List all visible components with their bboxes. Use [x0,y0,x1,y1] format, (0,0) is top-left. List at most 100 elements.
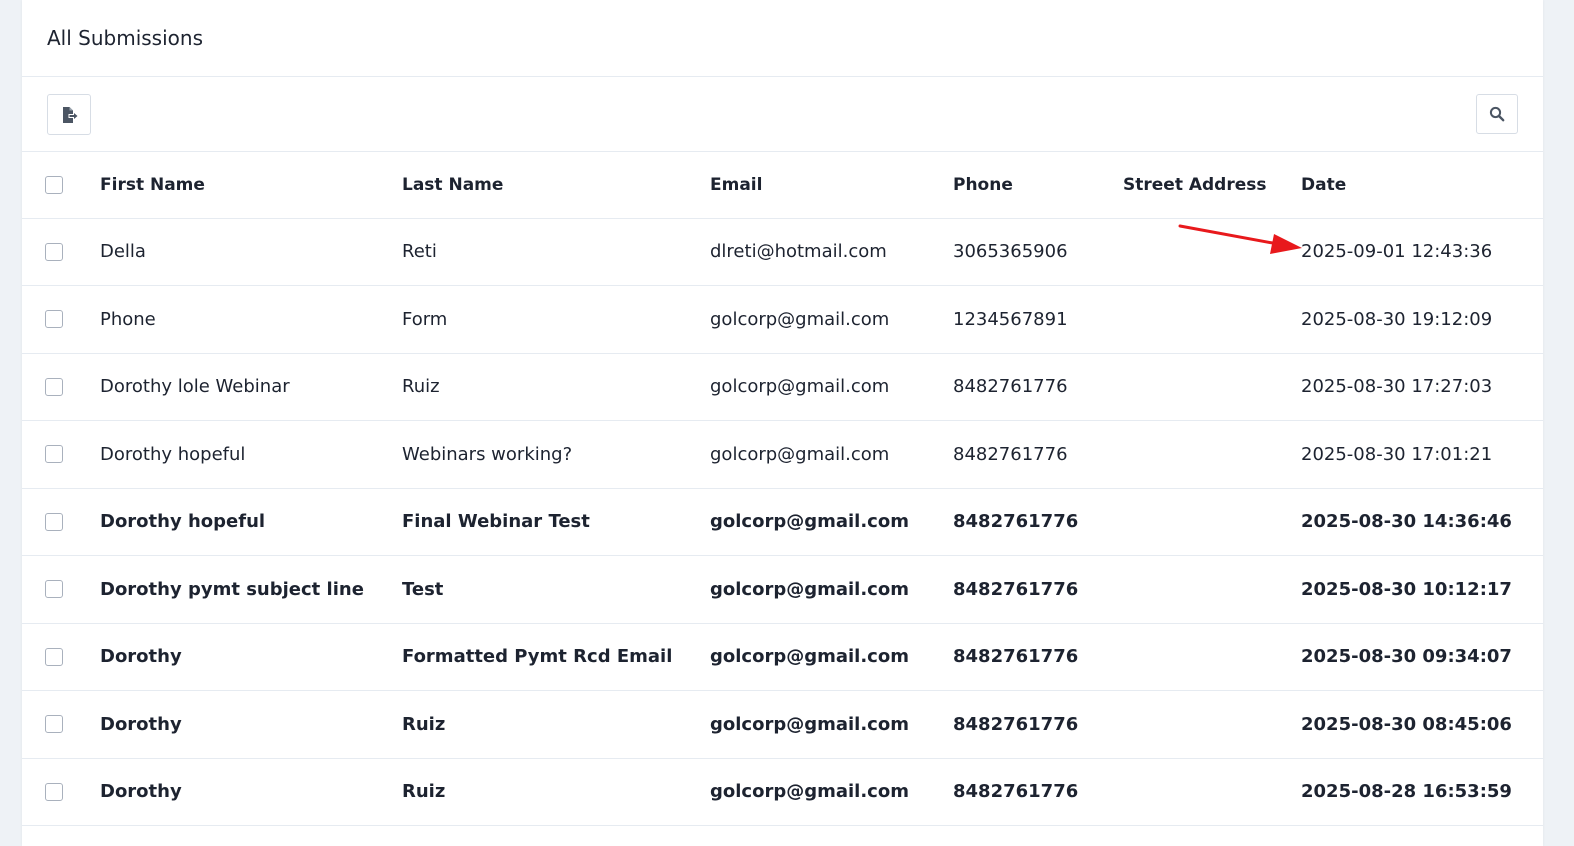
header-street-address[interactable]: Street Address [1123,152,1301,219]
cell-date: 2025-08-30 19:12:09 [1301,285,1543,354]
cell-date: 2025-08-28 16:53:59 [1301,758,1543,826]
cell-street-address [1123,555,1301,624]
page-title: All Submissions [47,25,203,50]
header-phone[interactable]: Phone [953,152,1123,219]
cell-last-name: Ruiz [402,690,710,759]
cell-last-name: Form [402,285,710,354]
cell-email: golcorp@gmail.com [710,555,953,624]
cell-first-name: Dorothy hopeful [100,488,402,556]
export-button[interactable] [47,94,91,135]
cell-street-address [1123,353,1301,421]
row-checkbox[interactable] [45,445,63,464]
cell-date: 2025-08-30 17:01:21 [1301,420,1543,489]
cell-email: golcorp@gmail.com [710,488,953,556]
row-checkbox[interactable] [45,647,63,666]
cell-first-name: Dorothy [100,758,402,826]
table-row[interactable]: Dorothy Formatted Pymt Rcd Email golcorp@g… [22,623,1543,691]
table-row[interactable]: Dorothy hopeful Final Webinar Test golcorp… [22,488,1543,556]
cell-date: 2025-08-30 09:34:07 [1301,623,1543,691]
table-row[interactable]: Dorothy Ruiz golcorp@gmail.com 8482761776 20… [22,758,1543,826]
cell-email: golcorp@gmail.com [710,690,953,759]
row-checkbox[interactable] [45,310,63,329]
row-checkbox[interactable] [45,782,63,801]
header-last-name[interactable]: Last Name [402,152,710,219]
cell-phone: 8482761776 [953,690,1123,759]
cell-last-name: Webinars working? [402,420,710,489]
header-email[interactable]: Email [710,152,953,219]
row-select-cell [22,690,100,759]
cell-last-name: Formatted Pymt Rcd Email [402,623,710,691]
table-body: Della Reti dlreti@hotmail.com 3065365906 202… [22,218,1543,826]
cell-first-name: Dorothy [100,690,402,759]
cell-date: 2025-09-01 12:43:36 [1301,218,1543,286]
row-checkbox[interactable] [45,377,63,396]
table-row[interactable]: Phone Form golcorp@gmail.com 1234567891 2025… [22,285,1543,354]
header-row: First Name Last Name Email Phone Street … [22,152,1543,219]
row-checkbox[interactable] [45,580,63,599]
cell-email: golcorp@gmail.com [710,758,953,826]
cell-first-name: Dorothy [100,623,402,691]
search-button[interactable] [1476,94,1518,134]
row-select-cell [22,353,100,421]
cell-first-name: Phone [100,285,402,354]
cell-email: dlreti@hotmail.com [710,218,953,286]
row-checkbox[interactable] [45,512,63,531]
cell-first-name: Della [100,218,402,286]
row-select-cell [22,285,100,354]
cell-street-address [1123,690,1301,759]
row-select-cell [22,218,100,286]
cell-phone: 3065365906 [953,218,1123,286]
table-row[interactable]: Dorothy hopeful Webinars working? golcorp@… [22,420,1543,489]
submissions-card: All Submissions First Name Last Name Ema… [22,0,1543,846]
cell-street-address [1123,488,1301,556]
table-row[interactable]: Dorothy pymt subject line Test golcorp@gma… [22,555,1543,624]
cell-phone: 8482761776 [953,758,1123,826]
submissions-table: First Name Last Name Email Phone Street … [22,152,1543,826]
cell-street-address [1123,285,1301,354]
row-checkbox[interactable] [45,715,63,734]
cell-email: golcorp@gmail.com [710,285,953,354]
row-select-cell [22,758,100,826]
export-document-icon [63,106,78,123]
cell-last-name: Reti [402,218,710,286]
header-first-name[interactable]: First Name [100,152,402,219]
cell-last-name: Final Webinar Test [402,488,710,556]
table-toolbar [22,77,1543,152]
table-header: First Name Last Name Email Phone Street … [22,152,1543,219]
cell-date: 2025-08-30 10:12:17 [1301,555,1543,624]
cell-last-name: Ruiz [402,758,710,826]
cell-street-address [1123,758,1301,826]
cell-phone: 1234567891 [953,285,1123,354]
cell-street-address [1123,420,1301,489]
row-select-cell [22,420,100,489]
cell-email: golcorp@gmail.com [710,420,953,489]
row-select-cell [22,623,100,691]
row-select-cell [22,555,100,624]
header-date[interactable]: Date [1301,152,1543,219]
row-select-cell [22,488,100,556]
row-checkbox[interactable] [45,242,63,261]
cell-last-name: Test [402,555,710,624]
header-select-all-cell [22,152,100,219]
cell-date: 2025-08-30 14:36:46 [1301,488,1543,556]
cell-street-address [1123,623,1301,691]
cell-phone: 8482761776 [953,623,1123,691]
cell-first-name: Dorothy hopeful [100,420,402,489]
table-row[interactable]: Dorothy lole Webinar Ruiz golcorp@gmail.co… [22,353,1543,421]
table-row[interactable]: Della Reti dlreti@hotmail.com 3065365906 202… [22,218,1543,286]
cell-street-address [1123,218,1301,286]
cell-phone: 8482761776 [953,353,1123,421]
cell-last-name: Ruiz [402,353,710,421]
cell-phone: 8482761776 [953,555,1123,624]
cell-phone: 8482761776 [953,488,1123,556]
cell-email: golcorp@gmail.com [710,353,953,421]
cell-first-name: Dorothy pymt subject line [100,555,402,624]
cell-email: golcorp@gmail.com [710,623,953,691]
table-row[interactable]: Dorothy Ruiz golcorp@gmail.com 8482761776 20… [22,690,1543,759]
cell-date: 2025-08-30 17:27:03 [1301,353,1543,421]
card-header: All Submissions [22,0,1543,77]
search-icon [1489,106,1505,122]
select-all-checkbox[interactable] [45,175,63,194]
cell-first-name: Dorothy lole Webinar [100,353,402,421]
cell-date: 2025-08-30 08:45:06 [1301,690,1543,759]
